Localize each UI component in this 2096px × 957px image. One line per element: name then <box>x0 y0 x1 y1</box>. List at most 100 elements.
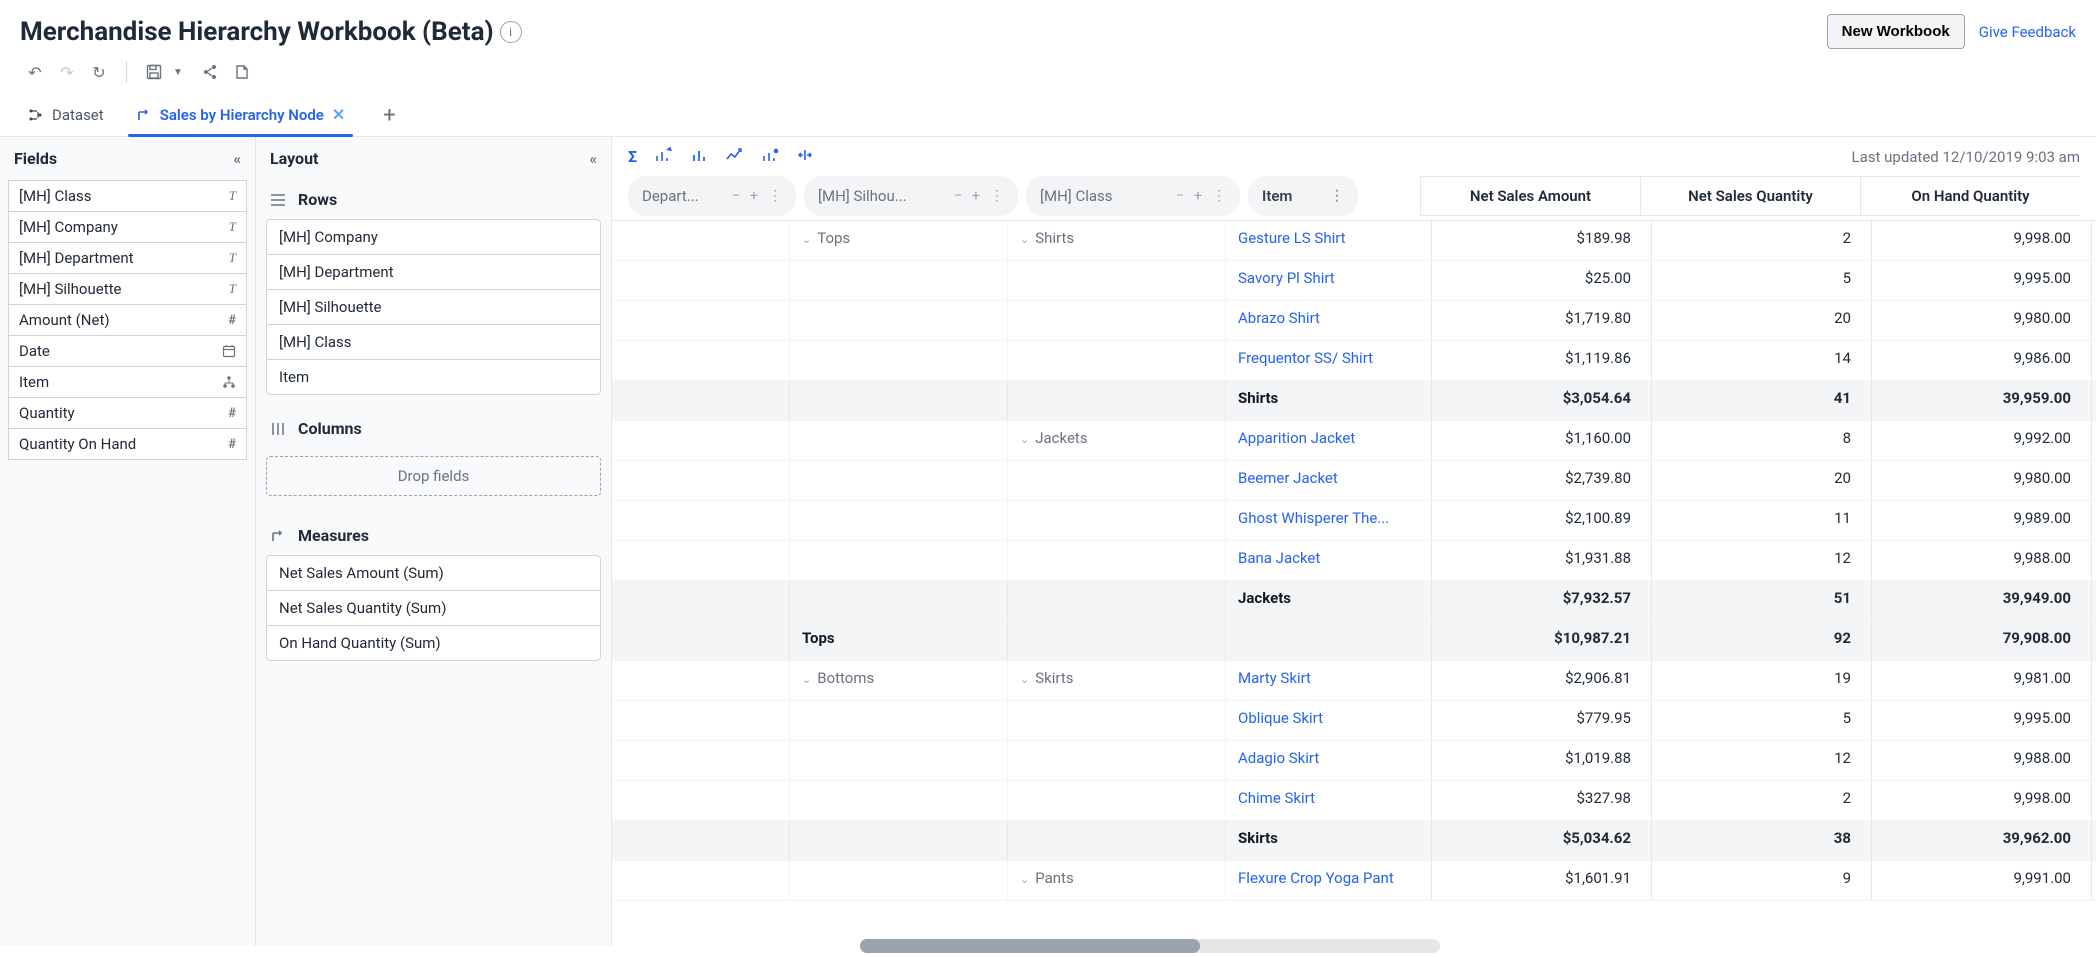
share-icon[interactable] <box>199 61 221 83</box>
more-icon[interactable]: ⋮ <box>768 188 782 204</box>
field-item[interactable]: Date <box>8 335 247 366</box>
cell-item[interactable]: Abrazo Shirt <box>1226 301 1432 340</box>
cell-item[interactable]: Ghost Whisperer The... <box>1226 501 1432 540</box>
more-icon[interactable]: ⋮ <box>1330 188 1344 204</box>
refresh-icon[interactable]: ↻ <box>88 61 110 83</box>
data-row[interactable]: Beemer Jacket$2,739.80209,980.00 <box>612 461 2096 501</box>
save-dropdown-icon[interactable]: ▼ <box>167 61 189 83</box>
measure-pill[interactable]: Net Sales Quantity (Sum) <box>266 590 601 625</box>
field-item[interactable]: Item <box>8 366 247 397</box>
new-workbook-button[interactable]: New Workbook <box>1827 14 1965 49</box>
chevron-down-icon[interactable]: ⌄ <box>802 673 811 686</box>
row-pill[interactable]: [MH] Department <box>266 254 601 289</box>
data-row[interactable]: Frequentor SS/ Shirt$1,119.86149,986.00 <box>612 341 2096 381</box>
cell-item[interactable]: Bana Jacket <box>1226 541 1432 580</box>
data-row[interactable]: ⌄Tops⌄ShirtsGesture LS Shirt$189.9829,99… <box>612 221 2096 261</box>
subtotal-row[interactable]: Tops$10,987.219279,908.00 <box>612 621 2096 661</box>
cell-item[interactable]: Chime Skirt <box>1226 781 1432 820</box>
chevron-down-icon[interactable]: ⌄ <box>1020 673 1029 686</box>
autofit-icon[interactable] <box>797 147 813 166</box>
more-icon[interactable]: ⋮ <box>1212 188 1226 204</box>
plus-icon[interactable]: + <box>1194 188 1202 204</box>
info-icon[interactable]: i <box>500 21 522 43</box>
data-row[interactable]: Bana Jacket$1,931.88129,988.00 <box>612 541 2096 581</box>
row-pill[interactable]: [MH] Company <box>266 219 601 254</box>
redo-icon[interactable]: ↷ <box>56 61 78 83</box>
field-item[interactable]: [MH] CompanyT <box>8 211 247 242</box>
horizontal-scrollbar[interactable] <box>860 939 1440 953</box>
scrollbar-thumb[interactable] <box>860 939 1200 953</box>
combo-chart-icon[interactable] <box>761 147 779 166</box>
data-row[interactable]: Ghost Whisperer The...$2,100.89119,989.0… <box>612 501 2096 541</box>
column-chip[interactable]: [MH] Silhou...−+⋮ <box>804 176 1018 216</box>
field-item[interactable]: [MH] DepartmentT <box>8 242 247 273</box>
row-pill[interactable]: Item <box>266 359 601 395</box>
grid-body[interactable]: ⌄Tops⌄ShirtsGesture LS Shirt$189.9829,99… <box>612 220 2096 946</box>
field-item[interactable]: [MH] ClassT <box>8 180 247 211</box>
cell-item[interactable]: Savory Pl Shirt <box>1226 261 1432 300</box>
data-row[interactable]: ⌄Bottoms⌄SkirtsMarty Skirt$2,906.81199,9… <box>612 661 2096 701</box>
more-icon[interactable]: ⋮ <box>990 188 1004 204</box>
measure-header[interactable]: Net Sales Amount <box>1420 176 1640 216</box>
minus-icon[interactable]: − <box>732 188 740 204</box>
measure-pill[interactable]: Net Sales Amount (Sum) <box>266 555 601 590</box>
line-chart-icon[interactable] <box>725 147 743 166</box>
chevron-down-icon[interactable]: ⌄ <box>1020 873 1029 886</box>
column-chip[interactable]: [MH] Class−+⋮ <box>1026 176 1240 216</box>
plus-icon[interactable]: + <box>750 188 758 204</box>
chevron-down-icon[interactable]: ⌄ <box>1020 233 1029 246</box>
cell-class[interactable]: ⌄Jackets <box>1008 421 1226 460</box>
minus-icon[interactable]: − <box>1176 188 1184 204</box>
columns-drop-zone[interactable]: Drop fields <box>266 456 601 496</box>
subtotal-row[interactable]: Skirts$5,034.623839,962.00 <box>612 821 2096 861</box>
plus-icon[interactable]: + <box>972 188 980 204</box>
tab-dataset[interactable]: Dataset <box>20 96 112 136</box>
subtotal-row[interactable]: Shirts$3,054.644139,959.00 <box>612 381 2096 421</box>
data-row[interactable]: Oblique Skirt$779.9559,995.00 <box>612 701 2096 741</box>
give-feedback-link[interactable]: Give Feedback <box>1979 23 2076 41</box>
cell-item[interactable]: Apparition Jacket <box>1226 421 1432 460</box>
cell-silhouette[interactable]: ⌄Bottoms <box>790 661 1008 700</box>
add-tab-button[interactable]: + <box>369 103 409 128</box>
cell-class[interactable]: ⌄Skirts <box>1008 661 1226 700</box>
cell-item[interactable]: Adagio Skirt <box>1226 741 1432 780</box>
collapse-layout-icon[interactable]: « <box>590 150 598 168</box>
measure-header[interactable]: Net Sales Quantity <box>1640 176 1860 216</box>
field-item[interactable]: Amount (Net)# <box>8 304 247 335</box>
data-row[interactable]: ⌄PantsFlexure Crop Yoga Pant$1,601.9199,… <box>612 861 2096 901</box>
data-row[interactable]: ⌄JacketsApparition Jacket$1,160.0089,992… <box>612 421 2096 461</box>
close-tab-icon[interactable]: ✕ <box>332 105 345 124</box>
cell-item[interactable]: Oblique Skirt <box>1226 701 1432 740</box>
export-icon[interactable] <box>231 61 253 83</box>
row-pill[interactable]: [MH] Silhouette <box>266 289 601 324</box>
cell-class[interactable]: ⌄Shirts <box>1008 221 1226 260</box>
cell-item[interactable]: Marty Skirt <box>1226 661 1432 700</box>
subtotal-row[interactable]: Jackets$7,932.575139,949.00 <box>612 581 2096 621</box>
cell-item[interactable]: Flexure Crop Yoga Pant <box>1226 861 1432 900</box>
data-row[interactable]: Abrazo Shirt$1,719.80209,980.00 <box>612 301 2096 341</box>
measure-pill[interactable]: On Hand Quantity (Sum) <box>266 625 601 661</box>
save-icon[interactable] <box>143 61 165 83</box>
edit-chart-icon[interactable] <box>655 147 673 166</box>
tab-sales-hierarchy[interactable]: Sales by Hierarchy Node ✕ <box>128 95 354 136</box>
data-row[interactable]: Chime Skirt$327.9829,998.00 <box>612 781 2096 821</box>
minus-icon[interactable]: − <box>954 188 962 204</box>
sigma-icon[interactable]: Σ <box>628 147 637 166</box>
row-pill[interactable]: [MH] Class <box>266 324 601 359</box>
cell-item[interactable]: Gesture LS Shirt <box>1226 221 1432 260</box>
measure-header[interactable]: On Hand Quantity <box>1860 176 2080 216</box>
collapse-fields-icon[interactable]: « <box>234 150 242 168</box>
column-chip[interactable]: Depart...−+⋮ <box>628 176 796 216</box>
chevron-down-icon[interactable]: ⌄ <box>802 233 811 246</box>
field-item[interactable]: [MH] SilhouetteT <box>8 273 247 304</box>
cell-item[interactable]: Beemer Jacket <box>1226 461 1432 500</box>
column-chip[interactable]: Item⋮ <box>1248 176 1358 216</box>
field-item[interactable]: Quantity On Hand# <box>8 428 247 460</box>
data-row[interactable]: Savory Pl Shirt$25.0059,995.00 <box>612 261 2096 301</box>
cell-silhouette[interactable]: ⌄Tops <box>790 221 1008 260</box>
cell-item[interactable]: Frequentor SS/ Shirt <box>1226 341 1432 380</box>
bar-chart-icon[interactable] <box>691 147 707 166</box>
data-row[interactable]: Adagio Skirt$1,019.88129,988.00 <box>612 741 2096 781</box>
field-item[interactable]: Quantity# <box>8 397 247 428</box>
chevron-down-icon[interactable]: ⌄ <box>1020 433 1029 446</box>
